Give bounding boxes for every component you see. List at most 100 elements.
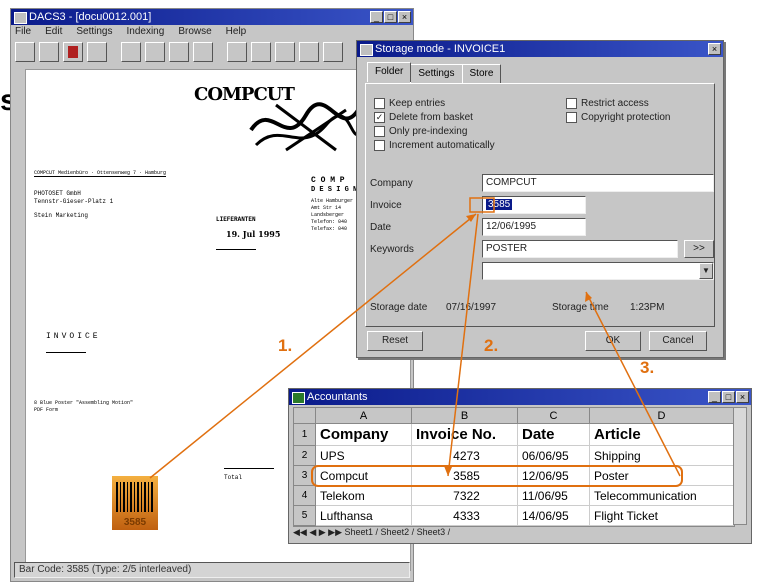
checkbox-label: Restrict access — [581, 98, 649, 109]
invoice-label: Invoice — [370, 200, 402, 211]
menu-edit[interactable]: Edit — [45, 26, 62, 40]
ok-button[interactable]: OK — [585, 331, 641, 351]
column-header-a[interactable]: A — [316, 408, 412, 424]
table-cell[interactable]: Poster — [590, 466, 734, 486]
keywords-field[interactable]: POSTER — [482, 240, 678, 258]
table-cell[interactable]: 06/06/95 — [518, 446, 590, 466]
table-cell[interactable]: 14/06/95 — [518, 506, 590, 526]
menu-indexing[interactable]: Indexing — [127, 26, 165, 40]
table-cell[interactable]: 7322 — [412, 486, 518, 506]
open-icon[interactable] — [15, 42, 35, 62]
header-article[interactable]: Article — [590, 424, 734, 446]
company-block-5: Landsberger — [311, 212, 345, 218]
company-field[interactable]: COMPCUT — [482, 174, 714, 192]
chevron-down-icon[interactable]: ▼ — [699, 263, 713, 279]
maximize-button[interactable]: □ — [384, 11, 397, 23]
print-icon[interactable] — [323, 42, 343, 62]
scan-icon[interactable] — [39, 42, 59, 62]
header-invoice[interactable]: Invoice No. — [412, 424, 518, 446]
storage-time-label: Storage time — [552, 302, 609, 313]
checkbox-box — [566, 98, 577, 109]
checkbox-box — [374, 126, 385, 137]
cancel-button[interactable]: Cancel — [649, 331, 707, 351]
close-button[interactable]: × — [398, 11, 411, 23]
dialog-title: Storage mode - INVOICE1 — [375, 43, 506, 55]
sheet-tabs[interactable]: Sheet1 / Sheet2 / Sheet3 / — [345, 527, 451, 537]
table-cell[interactable]: Lufthansa — [316, 506, 412, 526]
spreadsheet-titlebar: Accountants _ □ × — [289, 389, 751, 405]
tab-folder[interactable]: Folder — [367, 62, 412, 82]
logo-signature — [249, 102, 363, 152]
thumbnails-icon[interactable] — [251, 42, 271, 62]
row-header-3[interactable]: 3 — [294, 466, 316, 486]
close-button[interactable]: × — [736, 391, 749, 403]
checkbox-label: Increment automatically — [389, 140, 495, 151]
keywords-more-button[interactable]: >> — [684, 240, 714, 258]
tab-store[interactable]: Store — [461, 64, 502, 84]
page-icon[interactable] — [87, 42, 107, 62]
store-icon[interactable] — [299, 42, 319, 62]
table-cell[interactable]: Flight Ticket — [590, 506, 734, 526]
minimize-button[interactable]: _ — [370, 11, 383, 23]
main-window-titlebar: DACS3 - [docu0012.001] _ □ × — [11, 9, 413, 25]
checkbox-label: Only pre-indexing — [389, 126, 468, 137]
increment-automatically-checkbox[interactable]: Increment automatically — [374, 140, 495, 151]
zoom-icon[interactable] — [169, 42, 189, 62]
storage-date-value: 07/16/1997 — [446, 302, 497, 313]
column-header-c[interactable]: C — [518, 408, 590, 424]
table-cell[interactable]: 4273 — [412, 446, 518, 466]
copyright-protection-checkbox[interactable]: Copyright protection — [566, 112, 671, 123]
restrict-access-checkbox[interactable]: Restrict access — [566, 98, 649, 109]
status-bar: Bar Code: 3585 (Type: 2/5 interleaved) — [14, 562, 410, 578]
vertical-scrollbar[interactable] — [733, 407, 747, 525]
dialog-pane: Keep entries ✓ Delete from basket Only pr… — [365, 83, 715, 327]
company-block-3: Alte Hamburger — [311, 198, 354, 204]
table-cell[interactable]: UPS — [316, 446, 412, 466]
menu-settings[interactable]: Settings — [76, 26, 112, 40]
table-cell[interactable]: Shipping — [590, 446, 734, 466]
menu-file[interactable]: File — [15, 26, 31, 40]
rotate-right-icon[interactable] — [145, 42, 165, 62]
only-pre-indexing-checkbox[interactable]: Only pre-indexing — [374, 126, 467, 137]
keywords-dropdown[interactable]: ▼ — [482, 262, 714, 280]
heading-rule — [46, 352, 86, 353]
corner-cell[interactable] — [294, 408, 316, 424]
table-cell[interactable]: 12/06/95 — [518, 466, 590, 486]
row-header-4[interactable]: 4 — [294, 486, 316, 506]
recipient-2: Tennstr-Gieser-Platz 1 — [34, 198, 114, 205]
row-header-5[interactable]: 5 — [294, 506, 316, 526]
table-cell[interactable]: 3585 — [412, 466, 518, 486]
checkbox-label: Copyright protection — [581, 112, 671, 123]
column-header-b[interactable]: B — [412, 408, 518, 424]
invoice-body-2: PDF Form — [34, 407, 59, 413]
invoice-field[interactable]: 3585 — [482, 196, 586, 214]
minimize-button[interactable]: _ — [708, 391, 721, 403]
grid-icon[interactable] — [227, 42, 247, 62]
index-icon[interactable] — [275, 42, 295, 62]
table-cell[interactable]: Compcut — [316, 466, 412, 486]
menu-help[interactable]: Help — [226, 26, 247, 40]
table-cell[interactable]: Telecommunication — [590, 486, 734, 506]
delete-icon[interactable] — [63, 42, 83, 62]
view-icon[interactable] — [193, 42, 213, 62]
table-cell[interactable]: 11/06/95 — [518, 486, 590, 506]
table-cell[interactable]: Telekom — [316, 486, 412, 506]
maximize-button[interactable]: □ — [722, 391, 735, 403]
tab-settings[interactable]: Settings — [410, 64, 463, 84]
header-date[interactable]: Date — [518, 424, 590, 446]
column-header-d[interactable]: D — [590, 408, 734, 424]
checkbox-label: Keep entries — [389, 98, 446, 109]
row-header-2[interactable]: 2 — [294, 446, 316, 466]
header-company[interactable]: Company — [316, 424, 412, 446]
sheet-nav-icon[interactable]: ◀◀ ◀ ▶ ▶▶ — [293, 527, 345, 537]
table-cell[interactable]: 4333 — [412, 506, 518, 526]
row-header-1[interactable]: 1 — [294, 424, 316, 446]
checkbox-label: Delete from basket — [389, 112, 473, 123]
rotate-left-icon[interactable] — [121, 42, 141, 62]
delete-from-basket-checkbox[interactable]: ✓ Delete from basket — [374, 112, 473, 123]
menu-browse[interactable]: Browse — [178, 26, 211, 40]
dialog-close-button[interactable]: × — [708, 43, 721, 55]
date-field[interactable]: 12/06/1995 — [482, 218, 586, 236]
keep-entries-checkbox[interactable]: Keep entries — [374, 98, 445, 109]
reset-button[interactable]: Reset — [367, 331, 423, 351]
